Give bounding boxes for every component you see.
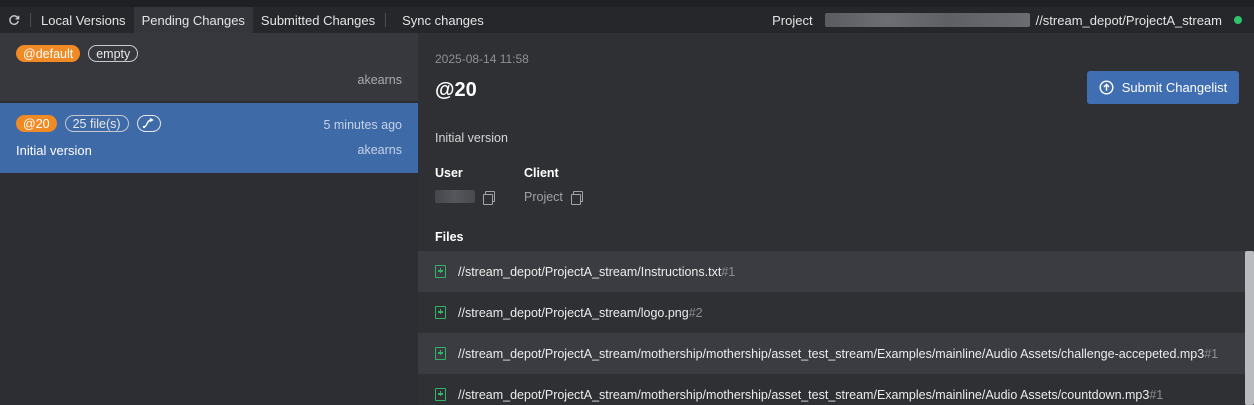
submit-changelist-button[interactable]: Submit Changelist <box>1087 71 1239 104</box>
file-path: //stream_depot/ProjectA_stream/Instructi… <box>458 264 722 279</box>
file-add-icon <box>435 306 446 319</box>
client-name: Project <box>524 190 563 204</box>
changelist-title: @20 <box>435 79 477 101</box>
file-revision: #1 <box>721 264 736 279</box>
tab-pending-changes[interactable]: Pending Changes <box>133 7 253 33</box>
changelist-description-detail: Initial version <box>435 131 508 145</box>
files-header: Files <box>435 230 464 244</box>
tab-bar: Local Versions Pending Changes Submitted… <box>0 7 1254 33</box>
user-value <box>435 190 495 205</box>
file-add-icon <box>435 388 446 401</box>
file-row[interactable]: //stream_depot/ProjectA_stream/logo.png #… <box>418 292 1254 333</box>
file-path: //stream_depot/ProjectA_stream/logo.png <box>458 305 689 320</box>
window-top-strip <box>0 0 1254 7</box>
tab-local-versions[interactable]: Local Versions <box>33 7 134 33</box>
client-header: Client <box>524 166 559 180</box>
shelve-icon[interactable] <box>136 115 161 132</box>
upload-icon <box>1099 80 1114 95</box>
file-path: //stream_depot/ProjectA_stream/mothershi… <box>458 387 1150 402</box>
file-revision: #2 <box>688 305 703 320</box>
connection-status-indicator <box>1234 16 1242 24</box>
project-label: Project <box>772 12 813 28</box>
file-revision: #1 <box>1149 387 1164 402</box>
changelist-description: Initial version <box>16 143 92 158</box>
changelist-item-20[interactable]: @20 25 file(s) 5 minutes ago Initial ver… <box>0 103 418 173</box>
file-add-icon <box>435 347 446 360</box>
changelist-badge: @default <box>16 45 81 62</box>
file-count-badge: 25 file(s) <box>64 115 129 132</box>
divider <box>385 13 387 27</box>
changelist-item-default[interactable]: @default empty akearns <box>0 33 418 102</box>
refresh-icon[interactable] <box>0 7 28 33</box>
user-header: User <box>435 166 463 180</box>
changelist-detail: 2025-08-14 11:58 @20 Submit Changelist I… <box>418 33 1254 405</box>
divider <box>30 13 31 27</box>
file-list: //stream_depot/ProjectA_stream/Instructi… <box>418 251 1254 405</box>
changelist-panel: @default empty akearns @20 25 file(s) 5 … <box>0 33 418 405</box>
changelist-date: 2025-08-14 11:58 <box>435 52 529 66</box>
file-count-badge: empty <box>88 45 139 62</box>
file-revision: #1 <box>1204 346 1219 361</box>
redacted-user <box>435 190 475 203</box>
changelist-user: akearns <box>357 143 402 157</box>
file-add-icon <box>435 265 446 278</box>
tab-submitted-changes[interactable]: Submitted Changes <box>253 7 383 33</box>
changelist-user: akearns <box>357 73 402 87</box>
redacted-project-path <box>824 13 1030 27</box>
changelist-badge: @20 <box>16 115 57 132</box>
client-value: Project <box>524 190 583 205</box>
submit-changelist-label: Submit Changelist <box>1121 80 1228 95</box>
changelist-time: 5 minutes ago <box>323 118 402 132</box>
file-row[interactable]: //stream_depot/ProjectA_stream/mothershi… <box>418 374 1254 405</box>
copy-user-icon[interactable] <box>483 190 495 205</box>
file-row[interactable]: //stream_depot/ProjectA_stream/Instructi… <box>418 251 1254 292</box>
tab-sync-changes[interactable]: Sync changes <box>388 7 492 33</box>
file-row[interactable]: //stream_depot/ProjectA_stream/mothershi… <box>418 333 1254 374</box>
file-path: //stream_depot/ProjectA_stream/mothershi… <box>458 346 1205 361</box>
stream-path: //stream_depot/ProjectA_stream <box>1035 12 1222 28</box>
scrollbar[interactable] <box>1245 251 1254 405</box>
copy-client-icon[interactable] <box>570 191 583 205</box>
